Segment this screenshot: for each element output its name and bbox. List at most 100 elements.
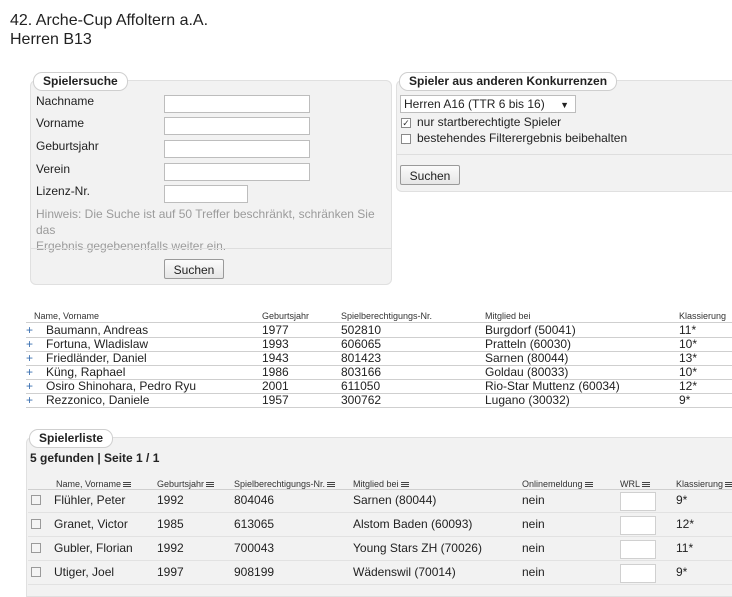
result-license: 502810 [341,323,382,337]
row-select-checkbox[interactable] [31,519,41,529]
result-license: 300762 [341,393,382,407]
add-player-icon[interactable]: + [26,394,33,407]
keep-filter-label: bestehendes Filterergebnis beibehalten [417,131,628,145]
list-online: nein [522,493,545,507]
result-license: 803166 [341,365,382,379]
result-club: Pratteln (60030) [485,337,572,351]
row-select-checkbox[interactable] [31,495,41,505]
results-header-birthyear[interactable]: Geburtsjahr [262,311,309,321]
results-header-name[interactable]: Name, Vorname [34,311,99,321]
add-player-icon[interactable]: + [26,380,33,393]
sort-icon [584,481,593,488]
player-search-button[interactable]: Suchen [164,259,224,279]
add-player-icon[interactable]: + [26,366,33,379]
competition-select-value: Herren A16 (TTR 6 bis 16) [404,97,545,111]
sort-icon [725,481,732,488]
list-license: 613065 [234,517,275,531]
license-label: Lizenz-Nr. [36,184,91,198]
list-header-license[interactable]: Spielberechtigungs-Nr. [234,479,336,489]
result-club: Lugano (30032) [485,393,570,407]
player-list-legend: Spielerliste [29,429,114,448]
list-header-ranking-label: Klassierung [676,479,724,489]
result-birthyear: 1943 [262,351,289,365]
result-name[interactable]: Rezzonico, Daniele [46,394,149,407]
club-input[interactable] [164,163,310,181]
list-birthyear: 1985 [157,517,184,531]
list-club: Sarnen (80044) [353,493,437,507]
result-club: Goldau (80033) [485,365,569,379]
wrl-input[interactable] [620,540,656,559]
row-divider [26,407,732,408]
result-ranking: 11* [679,323,697,337]
list-name: Gubler, Florian [54,541,133,555]
sort-icon [642,481,650,488]
list-name: Flühler, Peter [54,493,126,507]
search-hint-line2: Ergebnis gegebenenfalls weiter ein. [36,239,227,253]
result-ranking: 13* [679,351,698,365]
list-ranking: 12* [676,517,695,531]
other-competitions-legend: Spieler aus anderen Konkurrenzen [399,72,618,91]
list-header-license-label: Spielberechtigungs-Nr. [234,479,326,489]
list-header-online-label: Onlinemeldung [522,479,583,489]
list-online: nein [522,541,545,555]
result-birthyear: 1993 [262,337,289,351]
add-player-icon[interactable]: + [26,352,33,365]
list-birthyear: 1992 [157,493,184,507]
page-title: 42. Arche-Cup Affoltern a.A. Herren B13 [10,11,208,49]
list-header-club[interactable]: Mitglied bei [353,479,409,489]
results-header-club[interactable]: Mitglied bei [485,311,531,321]
wrl-input[interactable] [620,516,656,535]
firstname-input[interactable] [164,117,310,135]
row-divider [28,512,732,513]
list-license: 700043 [234,541,275,555]
list-header-ranking[interactable]: Klassierung [676,479,732,489]
result-name[interactable]: Friedländer, Daniel [46,352,147,365]
result-name[interactable]: Küng, Raphael [46,366,125,379]
keep-filter-checkbox[interactable] [401,134,411,144]
other-competitions-search-button[interactable]: Suchen [400,165,460,185]
add-player-icon[interactable]: + [26,324,33,337]
panel-divider [31,248,391,249]
result-license: 611050 [341,379,381,393]
birthyear-input[interactable] [164,140,310,158]
competition-name: Herren B13 [10,31,92,48]
list-header-wrl[interactable]: WRL [620,479,650,489]
tournament-name: 42. Arche-Cup Affoltern a.A. [10,12,209,29]
list-ranking: 11* [676,541,694,555]
result-name[interactable]: Fortuna, Wladislaw [46,338,148,351]
competition-select[interactable]: Herren A16 (TTR 6 bis 16) ▼ [400,95,576,113]
lastname-label: Nachname [36,94,95,108]
row-divider [28,560,732,561]
result-name[interactable]: Baumann, Andreas [46,324,148,337]
firstname-label: Vorname [36,116,85,130]
list-header-birthyear[interactable]: Geburtsjahr [157,479,215,489]
sort-icon [206,481,215,488]
row-select-checkbox[interactable] [31,543,41,553]
list-header-club-label: Mitglied bei [353,479,399,489]
lastname-input[interactable] [164,95,310,113]
row-select-checkbox[interactable] [31,567,41,577]
wrl-input[interactable] [620,492,656,511]
search-hint-line1: Hinweis: Die Suche ist auf 50 Treffer be… [36,207,375,237]
list-header-online[interactable]: Onlinemeldung [522,479,593,489]
sort-icon [400,481,409,488]
result-name[interactable]: Osiro Shinohara, Pedro Ryu [46,380,196,393]
results-header-ranking[interactable]: Klassierung [679,311,726,321]
player-search-legend: Spielersuche [33,72,128,91]
club-label: Verein [36,162,71,176]
list-header-name[interactable]: Name, Vorname [56,479,132,489]
results-header-license[interactable]: Spielberechtigungs-Nr. [341,311,432,321]
result-club: Burgdorf (50041) [485,323,576,337]
license-input[interactable] [164,185,248,203]
row-divider [28,536,732,537]
sort-icon [327,481,336,488]
result-ranking: 12* [679,379,698,393]
panel-divider-2 [397,154,732,155]
search-hint: Hinweis: Die Suche ist auf 50 Treffer be… [36,206,388,254]
add-player-icon[interactable]: + [26,338,33,351]
wrl-input[interactable] [620,564,656,583]
result-birthyear: 1986 [262,365,289,379]
eligible-only-checkbox[interactable]: ✓ [401,118,411,128]
result-club: Rio-Star Muttenz (60034) [485,379,620,393]
player-list-summary: 5 gefunden | Seite 1 / 1 [30,451,160,465]
